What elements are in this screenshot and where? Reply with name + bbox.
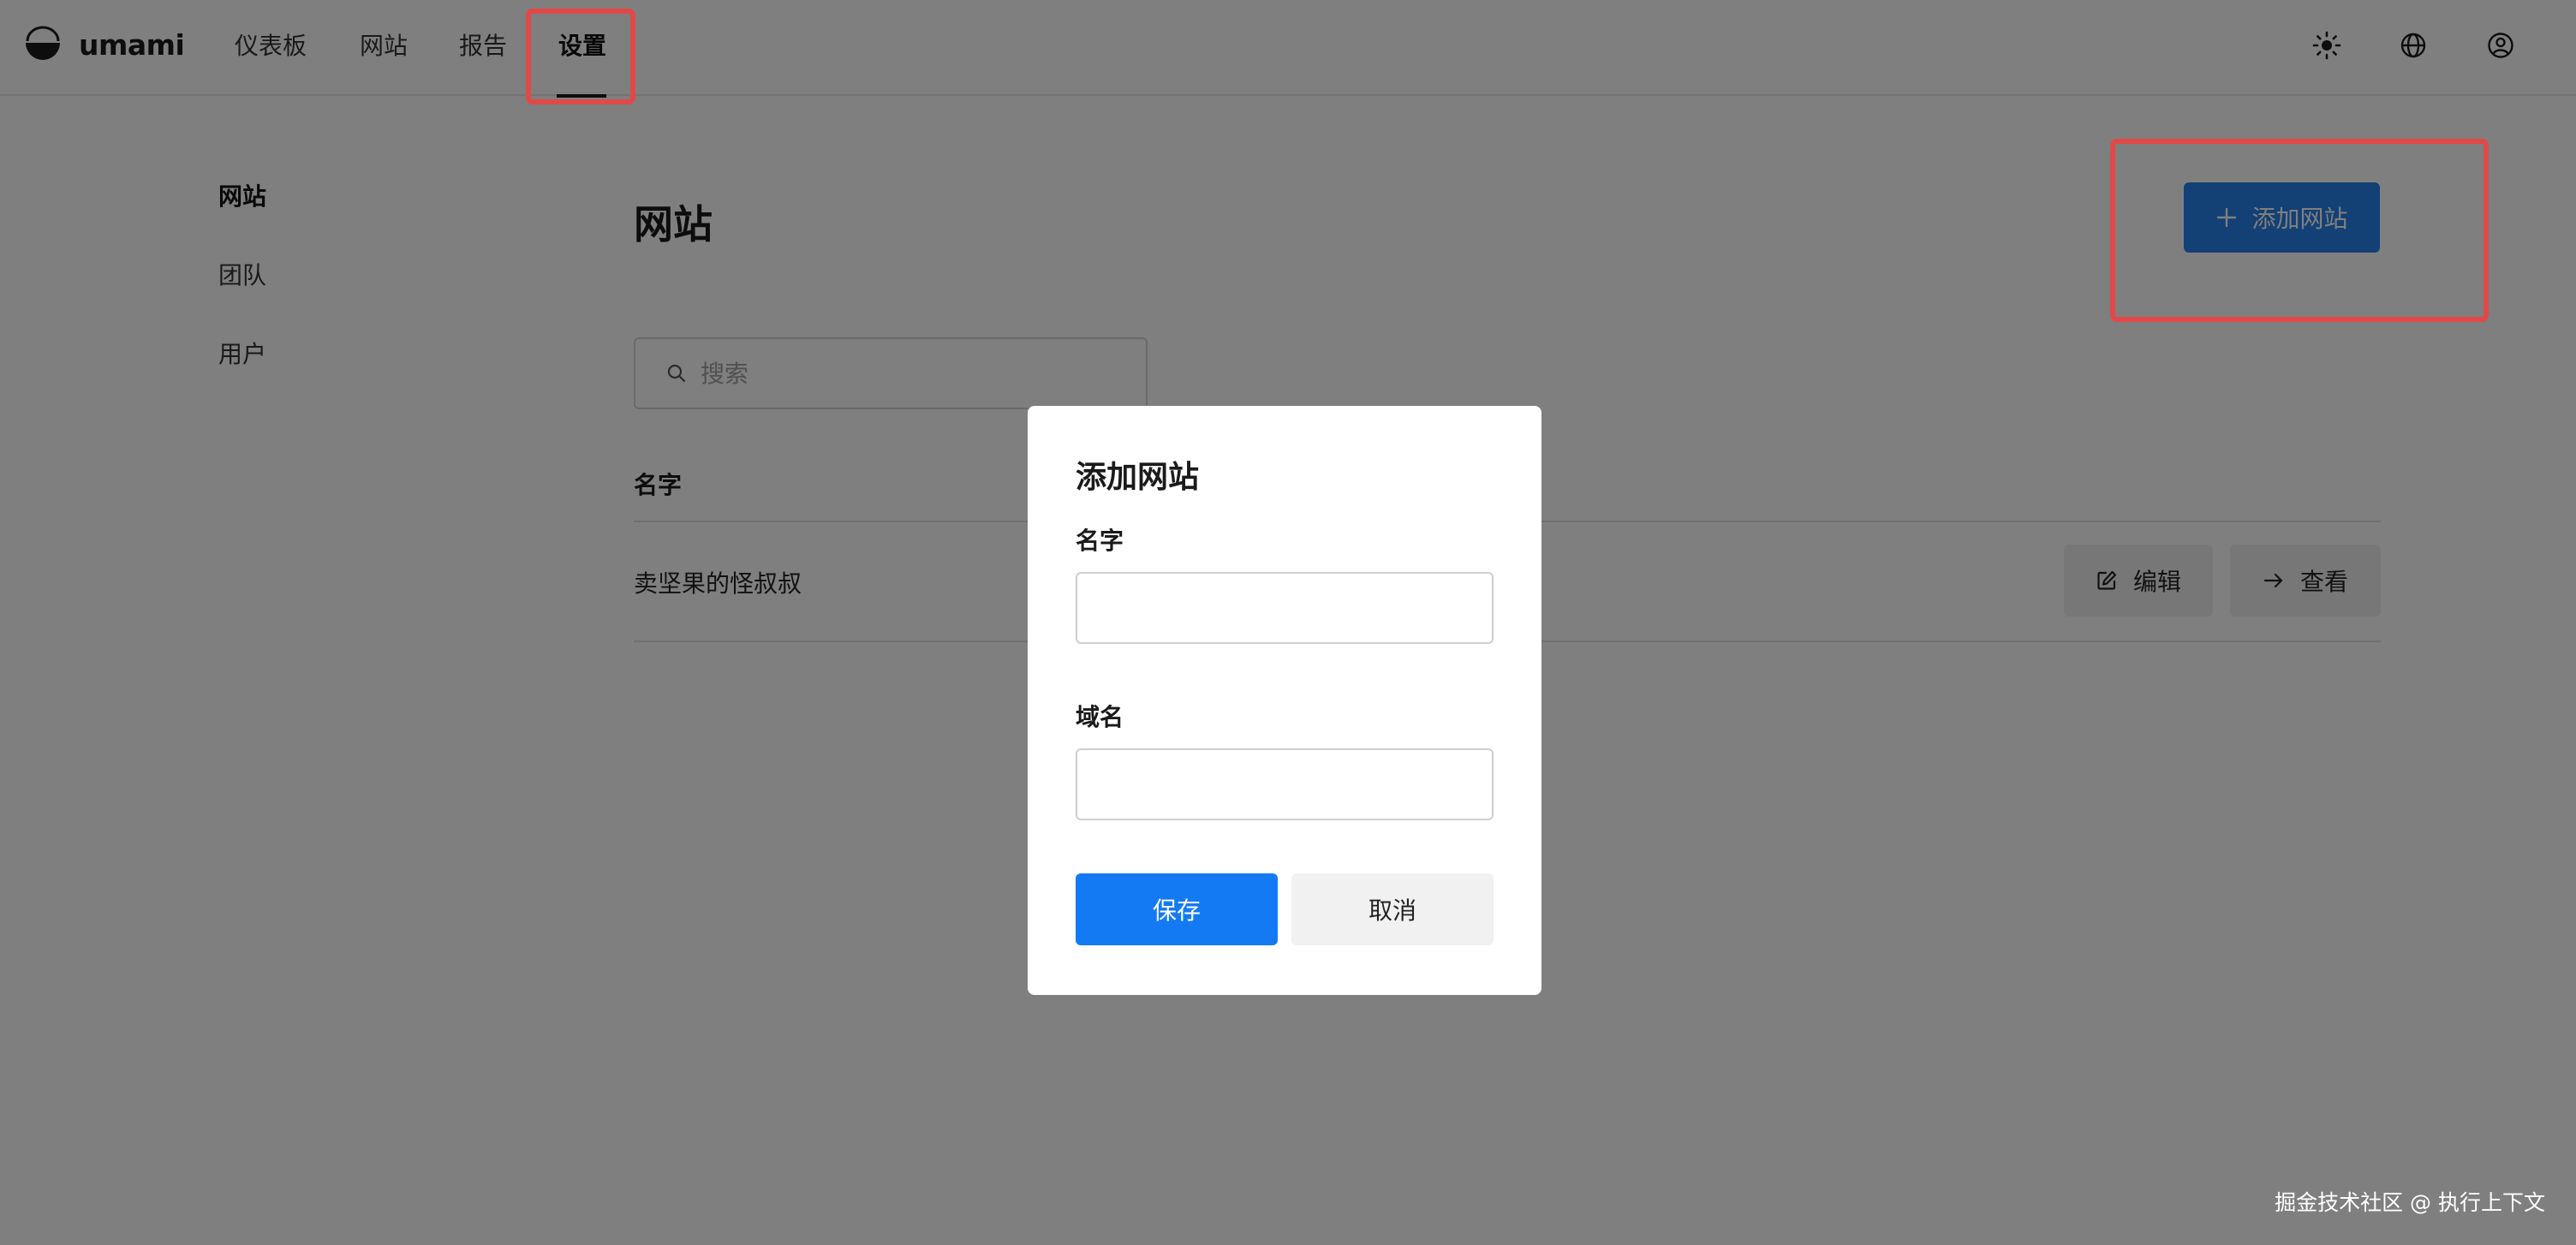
add-website-dialog: 添加网站 名字 域名 保存 取消 — [1028, 406, 1541, 995]
highlight-add-website — [2110, 139, 2489, 322]
watermark: 掘金技术社区 @ 执行上下文 — [2275, 1190, 2545, 1215]
name-field[interactable] — [1076, 572, 1494, 644]
domain-field[interactable] — [1076, 748, 1494, 820]
highlight-settings-nav — [526, 9, 635, 104]
save-button[interactable]: 保存 — [1076, 873, 1278, 945]
cancel-button[interactable]: 取消 — [1291, 873, 1494, 945]
dialog-title: 添加网站 — [1076, 460, 1200, 495]
domain-field-label: 域名 — [1076, 703, 1124, 731]
name-field-label: 名字 — [1076, 527, 1124, 555]
